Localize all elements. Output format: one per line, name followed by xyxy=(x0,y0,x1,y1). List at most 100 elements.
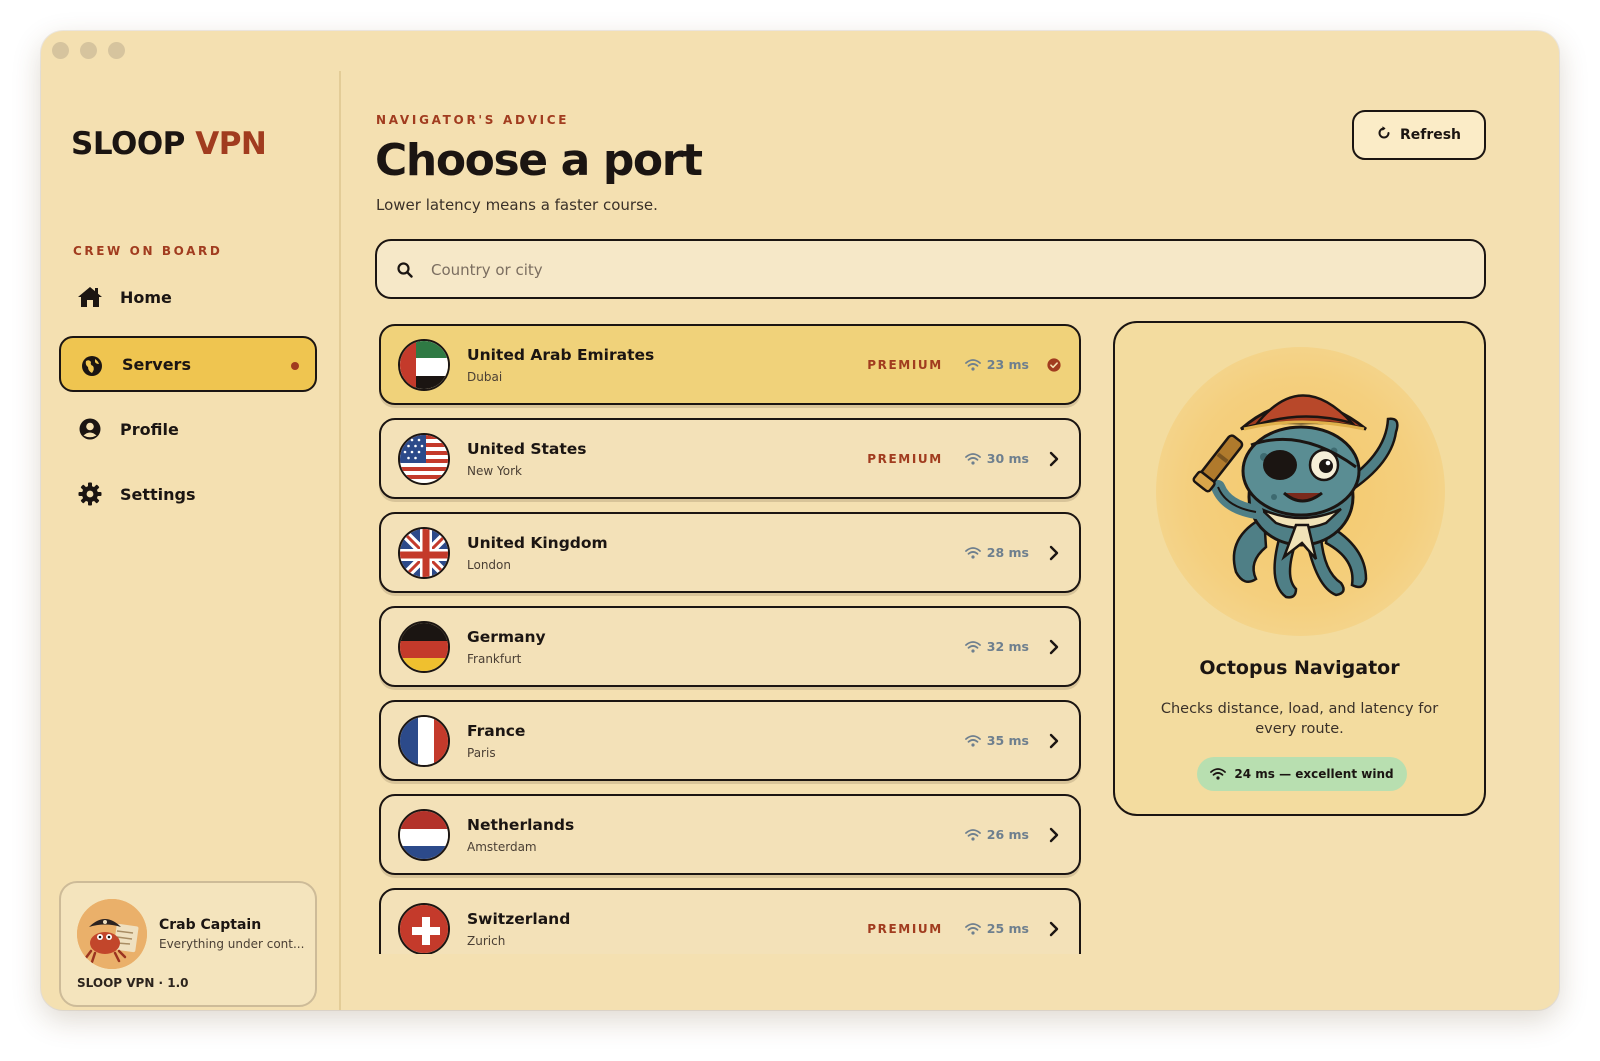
advisor-description: Checks distance, load, and latency for e… xyxy=(1160,701,1439,737)
server-list: United Arab Emirates Dubai PREMIUM 23 ms xyxy=(377,324,1083,954)
avatar xyxy=(77,899,147,969)
server-country: France xyxy=(467,722,526,740)
server-city: Dubai xyxy=(467,370,503,384)
gear-icon xyxy=(77,482,103,506)
server-row[interactable]: United Arab Emirates Dubai PREMIUM 23 ms xyxy=(379,324,1081,405)
refresh-icon xyxy=(1377,126,1391,144)
wifi-icon xyxy=(964,922,981,935)
uae-flag-icon xyxy=(398,339,450,391)
server-city: Amsterdam xyxy=(467,840,537,854)
profile-card[interactable]: Crab Captain Everything under cont... SL… xyxy=(59,881,317,1007)
wifi-icon xyxy=(964,546,981,559)
server-row[interactable]: United States New York PREMIUM 30 ms xyxy=(379,418,1081,499)
premium-badge: PREMIUM xyxy=(867,357,943,372)
sidebar-item-servers[interactable]: Servers xyxy=(59,336,317,392)
server-country: Switzerland xyxy=(467,910,571,928)
app-window: SLOOP VPN CREW ON BOARD Home Servers Pro… xyxy=(41,31,1559,1010)
latency-value: 32 ms xyxy=(986,639,1029,654)
server-row[interactable]: France Paris 35 ms xyxy=(379,700,1081,781)
latency-readout: 30 ms xyxy=(964,451,1029,466)
latency-readout: 32 ms xyxy=(964,639,1029,654)
search-bar[interactable] xyxy=(375,239,1486,299)
chevron-right-icon xyxy=(1047,733,1061,749)
server-row[interactable]: Netherlands Amsterdam 26 ms xyxy=(379,794,1081,875)
wifi-icon xyxy=(964,640,981,653)
server-country: United Kingdom xyxy=(467,534,608,552)
user-icon xyxy=(77,417,103,441)
globe-icon xyxy=(79,354,105,378)
latency-value: 30 ms xyxy=(986,451,1029,466)
chevron-right-icon xyxy=(1047,827,1061,843)
latency-readout: 28 ms xyxy=(964,545,1029,560)
latency-value: 28 ms xyxy=(986,545,1029,560)
search-input[interactable] xyxy=(431,253,1461,287)
brand-name: SLOOP xyxy=(71,126,185,162)
wifi-icon xyxy=(964,452,981,465)
minimize-window-button[interactable] xyxy=(80,42,97,59)
latency-readout: 23 ms xyxy=(964,357,1029,372)
chevron-right-icon xyxy=(1047,921,1061,937)
server-country: United States xyxy=(467,440,587,458)
uk-flag-icon xyxy=(398,527,450,579)
home-icon xyxy=(77,285,103,309)
latency-status-badge: 24 ms — excellent wind xyxy=(1197,757,1407,791)
premium-badge: PREMIUM xyxy=(867,451,943,466)
switzerland-flag-icon xyxy=(398,903,450,954)
france-flag-icon xyxy=(398,715,450,767)
octopus-navigator-illustration xyxy=(1156,347,1445,636)
brand-logo: SLOOP VPN xyxy=(71,126,267,162)
server-city: New York xyxy=(467,464,522,478)
sidebar-item-home[interactable]: Home xyxy=(59,269,317,325)
advisor-card: Octopus Navigator Checks distance, load,… xyxy=(1113,321,1486,816)
profile-name: Crab Captain xyxy=(159,917,262,933)
profile-status: Everything under cont... xyxy=(159,937,305,951)
page-title: Choose a port xyxy=(375,135,703,186)
us-flag-icon xyxy=(398,433,450,485)
sidebar: SLOOP VPN CREW ON BOARD Home Servers Pro… xyxy=(41,71,341,1010)
server-row[interactable]: United Kingdom London 28 ms xyxy=(379,512,1081,593)
close-window-button[interactable] xyxy=(52,42,69,59)
latency-status-text: 24 ms — excellent wind xyxy=(1234,767,1394,781)
refresh-label: Refresh xyxy=(1399,127,1462,143)
server-row[interactable]: Germany Frankfurt 32 ms xyxy=(379,606,1081,687)
sidebar-item-label: Home xyxy=(120,287,172,307)
server-row[interactable]: Switzerland Zurich PREMIUM 25 ms xyxy=(379,888,1081,954)
server-country: United Arab Emirates xyxy=(467,346,655,364)
latency-value: 26 ms xyxy=(986,827,1029,842)
server-city: Frankfurt xyxy=(467,652,522,666)
chevron-right-icon xyxy=(1047,451,1061,467)
latency-value: 23 ms xyxy=(986,357,1029,372)
title-bar xyxy=(41,31,1559,71)
refresh-button[interactable]: Refresh xyxy=(1352,110,1486,160)
chevron-right-icon xyxy=(1047,639,1061,655)
page-subtitle: Lower latency means a faster course. xyxy=(376,196,658,214)
wifi-icon xyxy=(1210,768,1227,780)
sidebar-item-settings[interactable]: Settings xyxy=(59,466,317,522)
sidebar-item-label: Profile xyxy=(120,419,179,439)
chevron-right-icon xyxy=(1047,545,1061,561)
active-indicator-dot xyxy=(291,362,299,370)
latency-readout: 25 ms xyxy=(964,921,1029,936)
latency-value: 35 ms xyxy=(986,733,1029,748)
zoom-window-button[interactable] xyxy=(108,42,125,59)
netherlands-flag-icon xyxy=(398,809,450,861)
wifi-icon xyxy=(964,734,981,747)
sidebar-item-profile[interactable]: Profile xyxy=(59,401,317,457)
section-eyebrow: NAVIGATOR'S ADVICE xyxy=(376,113,570,127)
app-version: SLOOP VPN · 1.0 xyxy=(77,976,189,990)
search-icon xyxy=(397,262,413,282)
wifi-icon xyxy=(964,358,981,371)
server-city: Paris xyxy=(467,746,496,760)
sidebar-section-label: CREW ON BOARD xyxy=(73,244,223,258)
wifi-icon xyxy=(964,828,981,841)
check-icon xyxy=(1047,356,1061,374)
advisor-name: Octopus Navigator xyxy=(1199,657,1400,679)
brand-accent: VPN xyxy=(195,126,267,162)
server-city: Zurich xyxy=(467,934,506,948)
sidebar-item-label: Settings xyxy=(120,484,196,504)
main-content: NAVIGATOR'S ADVICE Choose a port Lower l… xyxy=(341,71,1559,1010)
server-country: Netherlands xyxy=(467,816,575,834)
server-country: Germany xyxy=(467,628,546,646)
sidebar-item-label: Servers xyxy=(122,354,191,374)
latency-readout: 35 ms xyxy=(964,733,1029,748)
